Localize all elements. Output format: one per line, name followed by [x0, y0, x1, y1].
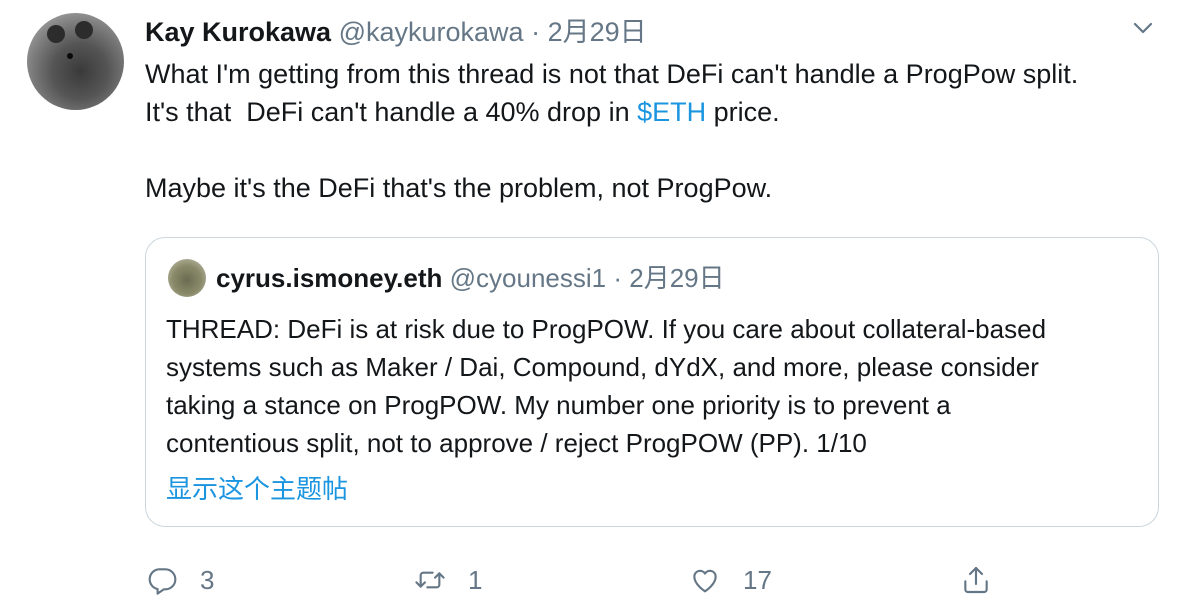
quoted-tweet[interactable]: cyrus.ismoney.eth @cyounessi1 · 2月29日 TH… — [145, 237, 1159, 527]
tweet-text-segment: price. — [706, 97, 780, 127]
reply-count: 3 — [200, 564, 215, 595]
avatar-ear — [75, 21, 93, 39]
cashtag-link[interactable]: $ETH — [637, 97, 706, 127]
quoted-header-separator: · — [613, 263, 623, 293]
action-bar: 3 1 17 — [0, 558, 1194, 602]
show-thread-link[interactable]: 显示这个主题帖 — [166, 471, 348, 507]
quoted-text-line: THREAD: DeFi is at risk due to ProgPOW. … — [166, 314, 1047, 344]
like-button[interactable]: 17 — [689, 558, 772, 602]
retweet-icon — [415, 571, 445, 589]
tweet-date[interactable]: 2月29日 — [548, 17, 647, 47]
quoted-author-avatar — [168, 259, 206, 297]
quoted-text-line: contentious split, not to approve / reje… — [166, 428, 867, 458]
quoted-text-line: systems such as Maker / Dai, Compound, d… — [166, 352, 1039, 382]
retweet-count: 1 — [468, 564, 483, 595]
heart-icon — [693, 569, 717, 593]
tweet-text-segment: It's that DeFi can't handle a 40% drop i… — [145, 97, 638, 127]
quoted-tweet-header: cyrus.ismoney.eth @cyounessi1 · 2月29日 — [216, 259, 725, 297]
tweet-header: Kay Kurokawa @kaykurokawa · 2月29日 — [145, 14, 647, 50]
tweet-text-line: It's that DeFi can't handle a 40% drop i… — [145, 93, 1165, 131]
share-button[interactable] — [960, 558, 992, 602]
share-icon — [964, 566, 988, 594]
quoted-text-line: taking a stance on ProgPOW. My number on… — [166, 390, 951, 420]
quoted-author-name: cyrus.ismoney.eth — [216, 263, 443, 293]
reply-button[interactable]: 3 — [146, 558, 214, 602]
quoted-tweet-date: 2月29日 — [629, 263, 725, 293]
author-name[interactable]: Kay Kurokawa — [145, 17, 331, 47]
like-count: 17 — [743, 564, 772, 595]
avatar-eye — [67, 53, 73, 59]
avatar-ear — [47, 25, 65, 43]
tweet-text-line: Maybe it's the DeFi that's the problem, … — [145, 173, 773, 203]
reply-icon — [148, 568, 177, 595]
author-avatar[interactable] — [27, 13, 124, 110]
header-separator: · — [531, 17, 541, 47]
chevron-down-icon — [1133, 22, 1153, 34]
tweet[interactable]: Kay Kurokawa @kaykurokawa · 2月29日 What I… — [0, 0, 1194, 616]
quoted-author-handle: @cyounessi1 — [449, 263, 607, 293]
tweet-text: What I'm getting from this thread is not… — [145, 55, 1165, 207]
tweet-text-line: What I'm getting from this thread is not… — [145, 59, 1079, 89]
author-handle[interactable]: @kaykurokawa — [339, 17, 524, 47]
retweet-button[interactable]: 1 — [414, 558, 482, 602]
quoted-tweet-text: THREAD: DeFi is at risk due to ProgPOW. … — [166, 310, 1146, 462]
more-options-button[interactable] — [1126, 14, 1160, 44]
